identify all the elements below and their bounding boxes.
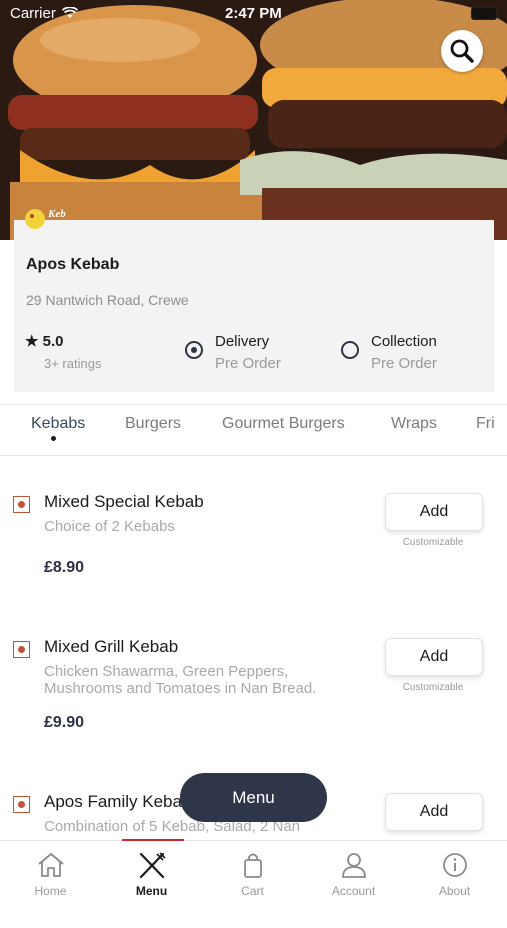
status-time: 2:47 PM — [225, 5, 282, 22]
bag-icon — [244, 853, 262, 878]
person-icon — [342, 853, 366, 878]
home-icon — [38, 853, 64, 877]
tab-gourmet-burgers[interactable]: Gourmet Burgers — [222, 415, 345, 433]
nav-account[interactable]: Account — [303, 841, 404, 901]
restaurant-info-card: Apos Kebab 29 Nantwich Road, Crewe ★ 5.0… — [14, 220, 494, 392]
wifi-icon — [62, 7, 78, 18]
customizable-note: Customizable — [402, 537, 464, 548]
delivery-label: Delivery — [215, 333, 270, 350]
radio-unselected-icon[interactable] — [341, 341, 359, 359]
add-button[interactable]: Add — [385, 638, 483, 676]
active-tab-indicator — [51, 436, 56, 441]
veg-marker-icon — [13, 796, 30, 813]
active-nav-indicator — [122, 839, 184, 841]
item-name: Mixed Grill Kebab — [44, 637, 179, 656]
item-description: Choice of 2 Kebabs — [44, 518, 175, 535]
nav-about[interactable]: About — [404, 841, 505, 901]
menu-item[interactable]: Mixed Special Kebab Choice of 2 Kebabs £… — [0, 492, 507, 628]
add-button[interactable]: Add — [385, 793, 483, 831]
menu-button[interactable]: Menu — [180, 773, 327, 822]
add-button[interactable]: Add — [385, 493, 483, 531]
collection-label: Collection — [371, 333, 437, 350]
veg-marker-icon — [13, 641, 30, 658]
nav-menu[interactable]: Menu — [101, 841, 202, 901]
tab-kebabs[interactable]: Kebabs — [31, 415, 85, 433]
item-name: Mixed Special Kebab — [44, 492, 204, 511]
collection-sub: Pre Order — [371, 355, 437, 372]
fork-knife-icon — [139, 852, 166, 879]
bottom-navigation: Home Menu Cart Account About — [0, 840, 507, 901]
battery-icon — [471, 7, 497, 20]
radio-selected-icon[interactable] — [185, 341, 203, 359]
tab-wraps[interactable]: Wraps — [391, 415, 437, 433]
item-price: £8.90 — [44, 559, 85, 576]
nav-cart[interactable]: Cart — [202, 841, 303, 901]
category-tabs: Kebabs Burgers Gourmet Burgers Wraps Fri — [0, 404, 507, 456]
hero-image — [0, 0, 507, 240]
search-button[interactable] — [441, 30, 483, 72]
tab-burgers[interactable]: Burgers — [125, 415, 181, 433]
veg-marker-icon — [13, 496, 30, 513]
delivery-sub: Pre Order — [215, 355, 281, 372]
menu-item[interactable]: Mixed Grill Kebab Chicken Shawarma, Gree… — [0, 637, 507, 773]
restaurant-logo: Keb — [24, 205, 76, 233]
item-name: Apos Family Kebab — [44, 792, 192, 811]
rating-count: 3+ ratings — [44, 356, 102, 371]
rating-value: ★ 5.0 — [25, 333, 64, 350]
burger-photo — [0, 0, 507, 240]
item-description: Chicken Shawarma, Green Peppers, Mushroo… — [44, 663, 317, 697]
star-icon: ★ — [25, 333, 39, 350]
tab-fries[interactable]: Fri — [476, 415, 495, 433]
restaurant-address: 29 Nantwich Road, Crewe — [26, 292, 189, 308]
carrier-label: Carrier — [10, 5, 56, 22]
item-price: £9.90 — [44, 714, 85, 731]
svg-text:Keb: Keb — [47, 208, 66, 220]
nav-home[interactable]: Home — [0, 841, 101, 901]
restaurant-name: Apos Kebab — [26, 256, 120, 273]
customizable-note: Customizable — [402, 682, 464, 693]
status-bar: Carrier 2:47 PM — [0, 0, 507, 28]
info-icon — [443, 853, 467, 877]
search-icon — [450, 39, 474, 63]
